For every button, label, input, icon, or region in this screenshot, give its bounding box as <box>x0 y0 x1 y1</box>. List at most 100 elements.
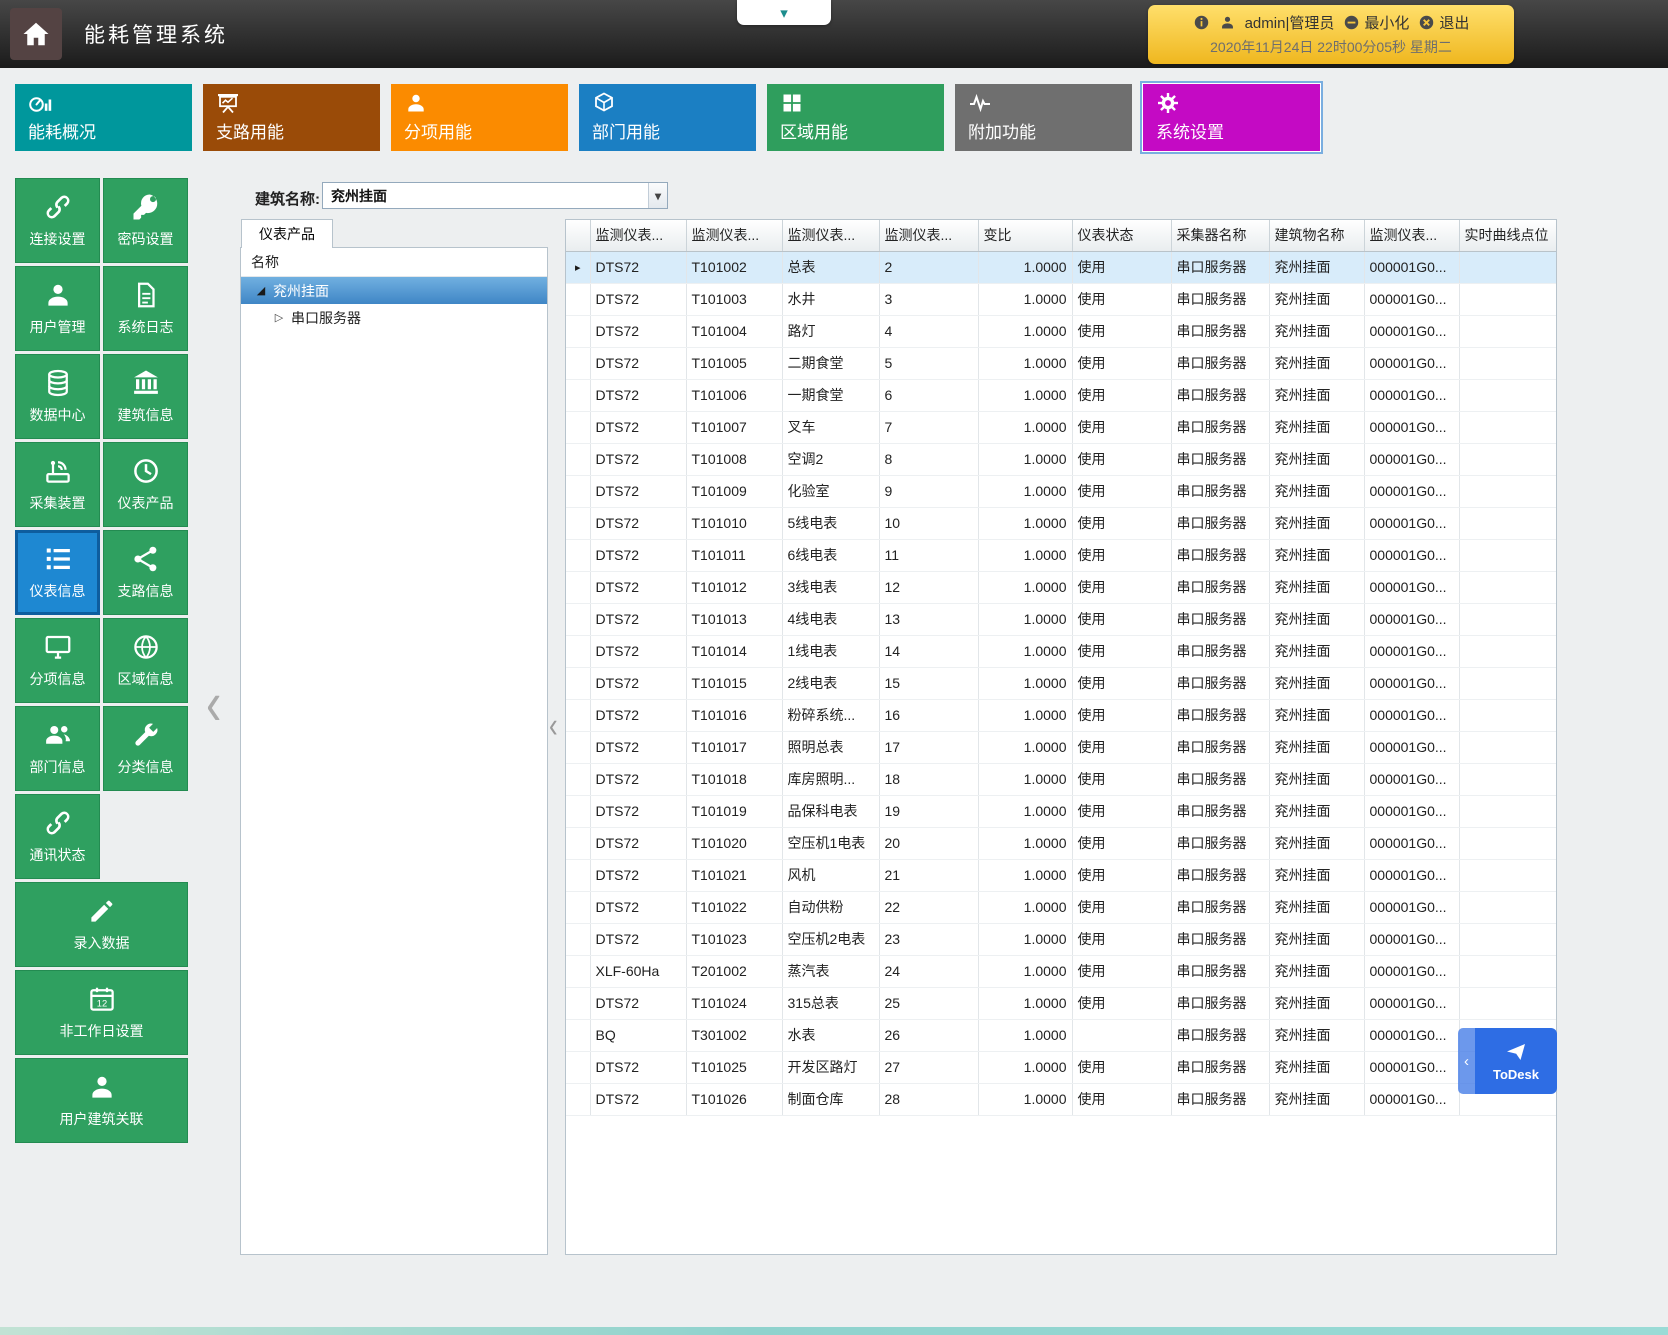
tab-branch-energy[interactable]: 支路用能 <box>203 84 380 151</box>
table-row[interactable]: DTS72T101026制面仓库281.0000使用串口服务器兖州挂面00000… <box>566 1083 1556 1115</box>
table-row[interactable]: DTS72T101006一期食堂61.0000使用串口服务器兖州挂面000001… <box>566 379 1556 411</box>
column-header[interactable]: 监测仪表... <box>686 220 782 251</box>
sidebar-item-category-info[interactable]: 分类信息 <box>103 706 188 791</box>
table-row[interactable]: DTS72T101003水井31.0000使用串口服务器兖州挂面000001G0… <box>566 283 1556 315</box>
table-row[interactable]: DTS72T101008空调281.0000使用串口服务器兖州挂面000001G… <box>566 443 1556 475</box>
tab-department-energy[interactable]: 部门用能 <box>579 84 756 151</box>
tab-system-settings[interactable]: 系统设置 <box>1143 84 1320 151</box>
collapse-top-button[interactable]: ▾ <box>737 0 831 25</box>
sidebar-item-connection-settings[interactable]: 连接设置 <box>15 178 100 263</box>
sidebar-item-data-entry[interactable]: 录入数据 <box>15 882 188 967</box>
sidebar-item-comm-status[interactable]: 通讯状态 <box>15 794 100 879</box>
sidebar-item-user-management[interactable]: 用户管理 <box>15 266 100 351</box>
cell: 总表 <box>782 251 879 283</box>
sidebar-collapse-arrow[interactable]: ‹ <box>206 672 221 734</box>
sidebar-item-system-log[interactable]: 系统日志 <box>103 266 188 351</box>
row-marker-cell <box>566 1051 590 1083</box>
cell: T101005 <box>686 347 782 379</box>
column-header[interactable]: 建筑物名称 <box>1269 220 1364 251</box>
table-row[interactable]: DTS72T101009化验室91.0000使用串口服务器兖州挂面000001G… <box>566 475 1556 507</box>
sidebar-item-department-info[interactable]: 部门信息 <box>15 706 100 791</box>
sidebar-item-meter-product[interactable]: 仪表产品 <box>103 442 188 527</box>
tab-extra-functions[interactable]: 附加功能 <box>955 84 1132 151</box>
column-header[interactable]: 监测仪表... <box>1364 220 1459 251</box>
tab-meter-product[interactable]: 仪表产品 <box>241 219 333 248</box>
home-button[interactable] <box>10 8 62 60</box>
panel-collapse-arrow[interactable]: ‹ <box>549 707 558 742</box>
table-row[interactable]: DTS72T1010141线电表141.0000使用串口服务器兖州挂面00000… <box>566 635 1556 667</box>
table-row[interactable]: DTS72T101019品保科电表191.0000使用串口服务器兖州挂面0000… <box>566 795 1556 827</box>
todesk-widget[interactable]: ‹ ToDesk <box>1458 1028 1557 1094</box>
tree-node-child[interactable]: ▷ 串口服务器 <box>241 304 547 331</box>
sidebar-item-label: 仪表产品 <box>118 493 174 513</box>
column-header[interactable]: 实时曲线点位 <box>1459 220 1556 251</box>
tree-expanded-icon[interactable]: ◢ <box>253 284 269 297</box>
cell: 使用 <box>1072 251 1171 283</box>
tree-collapsed-icon[interactable]: ▷ <box>271 311 287 324</box>
calendar-icon <box>87 984 117 1014</box>
cell: 1.0000 <box>978 251 1072 283</box>
sidebar-item-user-building-relation[interactable]: 用户建筑关联 <box>15 1058 188 1143</box>
table-row[interactable]: DTS72T1010123线电表121.0000使用串口服务器兖州挂面00000… <box>566 571 1556 603</box>
table-row[interactable]: BQT301002水表261.0000串口服务器兖州挂面000001G0... <box>566 1019 1556 1051</box>
tab-area-energy[interactable]: 区域用能 <box>767 84 944 151</box>
table-row[interactable]: DTS72T101017照明总表171.0000使用串口服务器兖州挂面00000… <box>566 731 1556 763</box>
table-row[interactable]: DTS72T101024315总表251.0000使用串口服务器兖州挂面0000… <box>566 987 1556 1019</box>
tree-node-label: 串口服务器 <box>291 308 361 328</box>
minimize-button[interactable]: 最小化 <box>1343 12 1409 33</box>
table-row[interactable]: DTS72T101004路灯41.0000使用串口服务器兖州挂面000001G0… <box>566 315 1556 347</box>
column-header[interactable]: 采集器名称 <box>1171 220 1269 251</box>
column-header[interactable]: 仪表状态 <box>1072 220 1171 251</box>
table-row[interactable]: XLF-60HaT201002蒸汽表241.0000使用串口服务器兖州挂面000… <box>566 955 1556 987</box>
row-marker-header <box>566 220 590 251</box>
table-row[interactable]: DTS72T101020空压机1电表201.0000使用串口服务器兖州挂面000… <box>566 827 1556 859</box>
list123-icon <box>43 544 73 574</box>
column-header[interactable]: 监测仪表... <box>879 220 978 251</box>
cell: 000001G0... <box>1364 891 1459 923</box>
cell: 兖州挂面 <box>1269 987 1364 1019</box>
sidebar-item-meter-info[interactable]: 仪表信息 <box>15 530 100 615</box>
cell: 路灯 <box>782 315 879 347</box>
table-row[interactable]: DTS72T1010152线电表151.0000使用串口服务器兖州挂面00000… <box>566 667 1556 699</box>
sidebar-item-area-info[interactable]: 区域信息 <box>103 618 188 703</box>
sidebar-item-data-center[interactable]: 数据中心 <box>15 354 100 439</box>
exit-button[interactable]: 退出 <box>1418 12 1469 33</box>
sidebar-item-building-info[interactable]: 建筑信息 <box>103 354 188 439</box>
cell: 使用 <box>1072 731 1171 763</box>
table-row[interactable]: DTS72T101025开发区路灯271.0000使用串口服务器兖州挂面0000… <box>566 1051 1556 1083</box>
cell: 串口服务器 <box>1171 1051 1269 1083</box>
table-row[interactable]: DTS72T1010134线电表131.0000使用串口服务器兖州挂面00000… <box>566 603 1556 635</box>
building-select[interactable]: 兖州挂面 ▾ <box>322 182 668 209</box>
column-header[interactable]: 变比 <box>978 220 1072 251</box>
table-row[interactable]: DTS72T101007叉车71.0000使用串口服务器兖州挂面000001G0… <box>566 411 1556 443</box>
table-row[interactable]: DTS72T101022自动供粉221.0000使用串口服务器兖州挂面00000… <box>566 891 1556 923</box>
info-icon[interactable] <box>1193 14 1210 31</box>
table-row[interactable]: DTS72T101018库房照明...181.0000使用串口服务器兖州挂面00… <box>566 763 1556 795</box>
tree-node-root[interactable]: ◢ 兖州挂面 <box>241 277 547 304</box>
cell: 串口服务器 <box>1171 731 1269 763</box>
row-marker-cell <box>566 539 590 571</box>
tab-energy-overview[interactable]: 能耗概况 <box>15 84 192 151</box>
table-row[interactable]: DTS72T1010116线电表111.0000使用串口服务器兖州挂面00000… <box>566 539 1556 571</box>
sidebar-item-collector-device[interactable]: 采集装置 <box>15 442 100 527</box>
todesk-box[interactable]: ToDesk <box>1475 1028 1557 1094</box>
select-chevron-icon[interactable]: ▾ <box>648 183 667 208</box>
table-row[interactable]: ▸DTS72T101002总表21.0000使用串口服务器兖州挂面000001G… <box>566 251 1556 283</box>
column-header[interactable]: 监测仪表... <box>590 220 686 251</box>
table-row[interactable]: DTS72T101023空压机2电表231.0000使用串口服务器兖州挂面000… <box>566 923 1556 955</box>
cell: 000001G0... <box>1364 763 1459 795</box>
row-marker-cell <box>566 827 590 859</box>
table-row[interactable]: DTS72T101005二期食堂51.0000使用串口服务器兖州挂面000001… <box>566 347 1556 379</box>
todesk-collapse-icon[interactable]: ‹ <box>1458 1028 1475 1094</box>
sidebar-item-password-settings[interactable]: 密码设置 <box>103 178 188 263</box>
cell: 使用 <box>1072 923 1171 955</box>
table-row[interactable]: DTS72T101021风机211.0000使用串口服务器兖州挂面000001G… <box>566 859 1556 891</box>
table-row[interactable]: DTS72T101016粉碎系统...161.0000使用串口服务器兖州挂面00… <box>566 699 1556 731</box>
sidebar-item-branch-info[interactable]: 支路信息 <box>103 530 188 615</box>
sidebar-item-subitem-info[interactable]: 分项信息 <box>15 618 100 703</box>
column-header[interactable]: 监测仪表... <box>782 220 879 251</box>
cell: T101003 <box>686 283 782 315</box>
tab-subitem-energy[interactable]: 分项用能 <box>391 84 568 151</box>
table-row[interactable]: DTS72T1010105线电表101.0000使用串口服务器兖州挂面00000… <box>566 507 1556 539</box>
sidebar-item-non-workday-settings[interactable]: 非工作日设置 <box>15 970 188 1055</box>
